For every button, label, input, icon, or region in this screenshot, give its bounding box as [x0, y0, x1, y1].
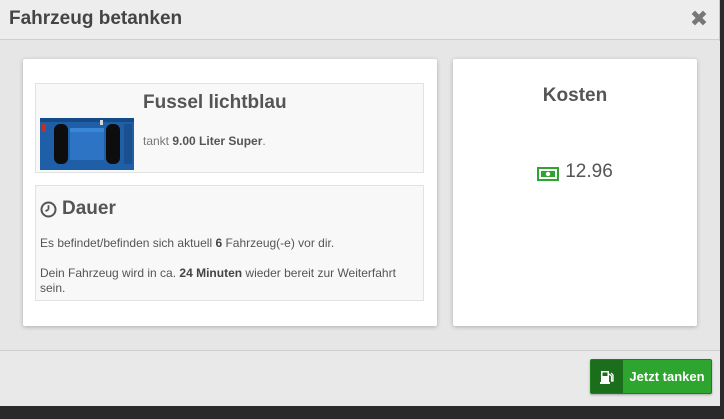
- refuel-modal: Fahrzeug betanken ✖ Fussel lichtblau tan…: [0, 0, 720, 406]
- costs-amount: 12.96: [453, 161, 697, 183]
- vehicle-panel: Fussel lichtblau tankt 9.00 Liter Super.…: [23, 59, 437, 326]
- car-top-view-icon: [40, 118, 134, 170]
- refuel-suffix: .: [262, 134, 266, 148]
- vehicle-name: Fussel lichtblau: [143, 92, 287, 113]
- modal-body: Fussel lichtblau tankt 9.00 Liter Super.…: [0, 41, 720, 350]
- fuel-pump-icon: [591, 360, 623, 393]
- costs-panel: Kosten 12.96: [453, 59, 697, 326]
- ready-prefix: Dein Fahrzeug wird in ca.: [40, 266, 180, 280]
- duration-title: Dauer: [62, 198, 116, 219]
- duration-card: Dauer Es befindet/befinden sich aktuell …: [35, 185, 424, 301]
- queue-suffix: Fahrzeug(-e) vor dir.: [222, 236, 335, 250]
- costs-title: Kosten: [542, 85, 608, 106]
- refuel-amount-text: tankt 9.00 Liter Super.: [143, 134, 266, 148]
- refuel-now-button[interactable]: Jetzt tanken: [590, 359, 712, 394]
- duration-heading: Dauer: [40, 198, 116, 220]
- modal-footer: Jetzt tanken: [0, 350, 720, 406]
- costs-value: 12.96: [565, 161, 613, 182]
- modal-header: Fahrzeug betanken ✖: [0, 0, 719, 40]
- clock-icon: [40, 201, 57, 218]
- queue-text: Es befindet/befinden sich aktuell 6 Fahr…: [40, 236, 410, 251]
- refuel-amount: 9.00 Liter Super: [172, 134, 263, 148]
- close-icon[interactable]: ✖: [689, 8, 709, 30]
- refuel-prefix: tankt: [143, 134, 173, 148]
- vehicle-card: Fussel lichtblau tankt 9.00 Liter Super.: [35, 83, 424, 173]
- ready-text: Dein Fahrzeug wird in ca. 24 Minuten wie…: [40, 266, 410, 296]
- ready-time: 24 Minuten: [179, 266, 243, 280]
- money-icon: [537, 165, 560, 181]
- queue-prefix: Es befindet/befinden sich aktuell: [40, 236, 216, 250]
- modal-title: Fahrzeug betanken: [9, 8, 183, 29]
- refuel-now-label: Jetzt tanken: [629, 369, 705, 384]
